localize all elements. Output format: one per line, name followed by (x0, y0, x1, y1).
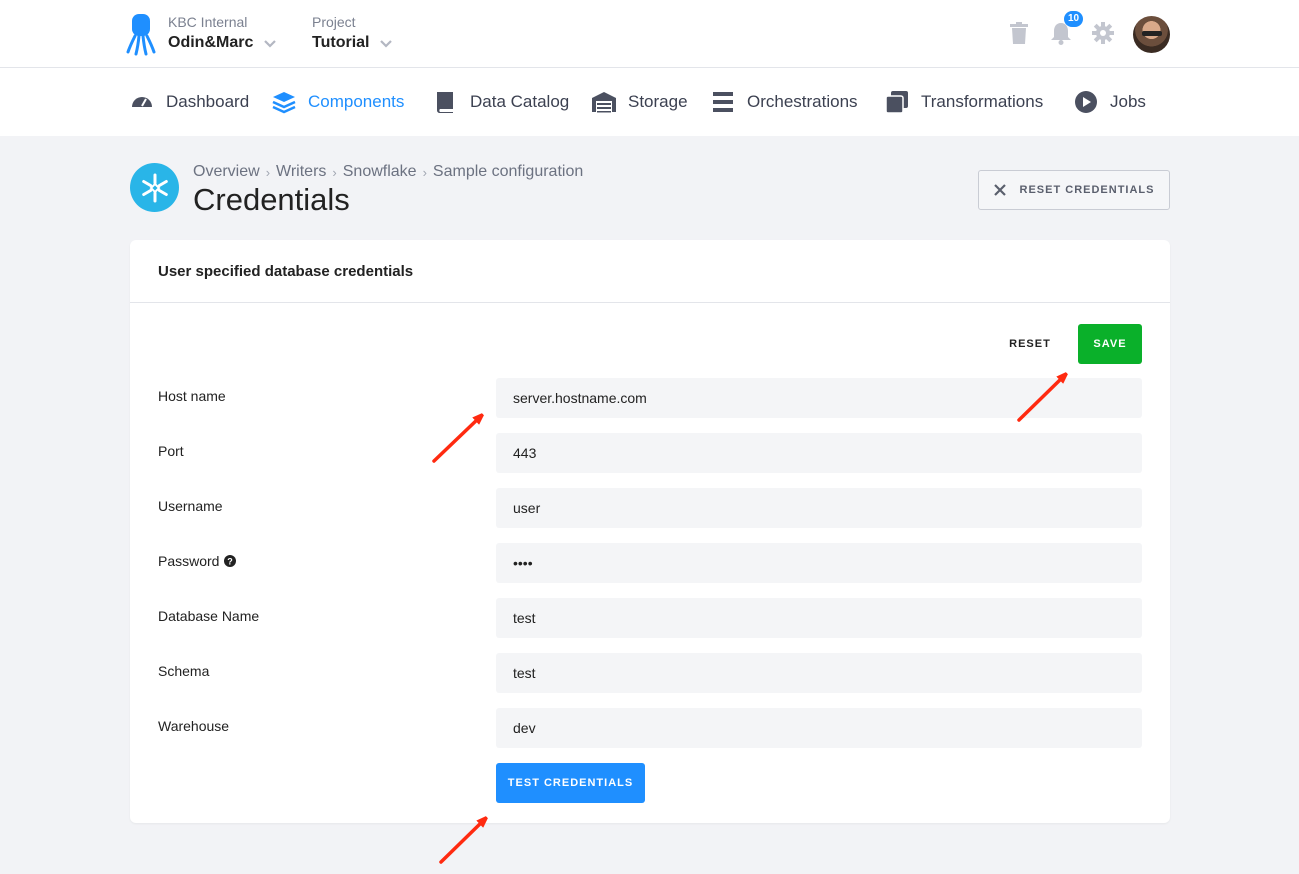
warehouse-label: Warehouse (158, 718, 230, 734)
nav-item-label: Orchestrations (747, 92, 858, 111)
port-input[interactable] (496, 433, 1142, 473)
chevron-right-icon: › (265, 164, 271, 180)
username-input[interactable] (496, 488, 1142, 528)
nav-item-jobs[interactable]: Jobs (1074, 68, 1146, 136)
gear-icon[interactable] (1090, 20, 1116, 46)
gauge-icon (132, 97, 152, 107)
host-name-label: Host name (158, 388, 226, 404)
question-circle-icon[interactable]: ? (224, 555, 237, 567)
nav-item-label: Jobs (1110, 92, 1146, 111)
snowflake-icon (141, 173, 168, 202)
nav-item-data-catalog[interactable]: Data Catalog (434, 68, 569, 136)
layers-icon (272, 92, 296, 114)
chevron-down-icon (380, 40, 393, 48)
card-title: User specified database credentials (130, 240, 1170, 303)
database-name-label: Database Name (158, 608, 260, 624)
organization-switcher[interactable]: KBC Internal Odin&Marc (168, 14, 277, 52)
reset-button[interactable]: RESET (998, 324, 1062, 364)
reset-credentials-label: RESET CREDENTIALS (1019, 184, 1155, 196)
copy-icon (885, 91, 908, 114)
organization-name: Odin&Marc (168, 34, 254, 51)
notification-count-badge: 10 (1064, 11, 1084, 27)
nav-item-label: Components (308, 92, 405, 111)
password-label-row: Password ? (158, 553, 237, 569)
project-label: Project (312, 14, 356, 30)
nav-item-label: Storage (628, 92, 688, 111)
user-avatar[interactable] (1133, 16, 1170, 53)
project-switcher[interactable]: Project Tutorial (312, 14, 393, 52)
nav-item-dashboard[interactable]: Dashboard (130, 68, 249, 136)
bars-icon (713, 92, 733, 112)
credentials-card: User specified database credentials RESE… (130, 240, 1170, 823)
chevron-right-icon: › (332, 164, 337, 180)
arrow-to-test-credentials (439, 820, 484, 864)
page-title: Credentials (193, 182, 350, 217)
project-name: Tutorial (312, 34, 370, 51)
svg-text:?: ? (228, 557, 234, 567)
nav-item-label: Data Catalog (470, 92, 570, 111)
host-name-input[interactable] (496, 378, 1142, 418)
warehouse-icon (592, 92, 616, 113)
username-label: Username (158, 498, 223, 514)
breadcrumb-overview[interactable]: Overview (193, 163, 260, 181)
nav-item-label: Dashboard (166, 92, 250, 111)
notifications-button[interactable]: 10 (1048, 11, 1084, 46)
chevron-down-icon (264, 40, 277, 48)
breadcrumb-configuration[interactable]: Sample configuration (433, 163, 583, 181)
warehouse-input[interactable] (496, 708, 1142, 748)
test-credentials-button[interactable]: TEST CREDENTIALS (496, 763, 645, 803)
book-icon (436, 92, 453, 113)
nav-item-storage[interactable]: Storage (592, 68, 688, 136)
chevron-right-icon: › (422, 164, 427, 180)
snowflake-component-icon (130, 163, 179, 212)
nav-item-orchestrations[interactable]: Orchestrations (711, 68, 858, 136)
keboola-logo[interactable] (126, 12, 156, 56)
nav-item-label: Transformations (921, 92, 1044, 111)
main-nav: Dashboard Components Data Catalog Storag… (0, 68, 1299, 136)
breadcrumb: Overview › Writers › Snowflake › Sample … (193, 163, 583, 181)
schema-label: Schema (158, 663, 210, 679)
breadcrumb-writers[interactable]: Writers (276, 163, 326, 181)
nav-item-components[interactable]: Components (272, 68, 404, 136)
play-circle-icon (1075, 91, 1097, 113)
port-label: Port (158, 443, 184, 459)
save-button[interactable]: SAVE (1078, 324, 1142, 364)
nav-item-transformations[interactable]: Transformations (885, 68, 1043, 136)
breadcrumb-snowflake[interactable]: Snowflake (343, 163, 417, 181)
reset-credentials-button[interactable]: RESET CREDENTIALS (978, 170, 1170, 210)
schema-input[interactable] (496, 653, 1142, 693)
password-input[interactable] (496, 543, 1142, 583)
trash-icon[interactable] (1006, 20, 1032, 46)
database-name-input[interactable] (496, 598, 1142, 638)
close-icon (993, 184, 1006, 196)
password-label: Password (158, 553, 220, 569)
organization-label: KBC Internal (168, 14, 248, 30)
top-bar: KBC Internal Odin&Marc Project Tutorial … (0, 0, 1299, 68)
